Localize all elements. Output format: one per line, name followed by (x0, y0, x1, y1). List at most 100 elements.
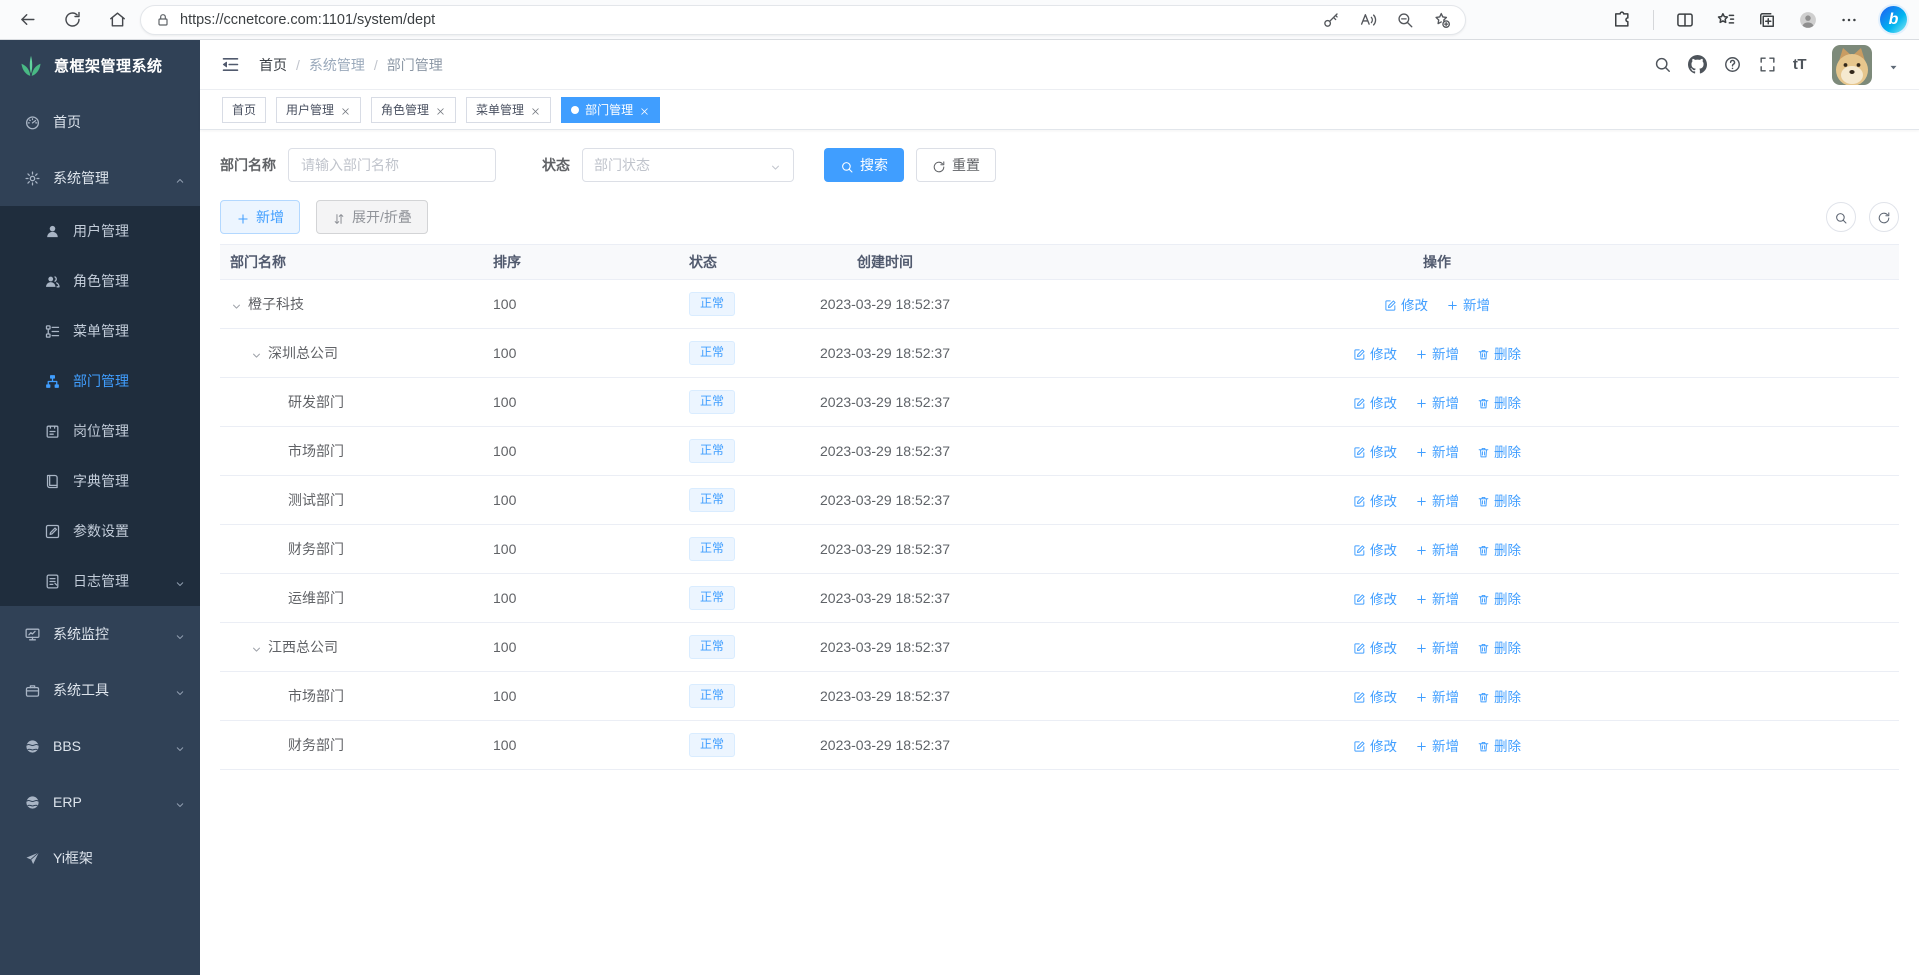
action-delete-link[interactable]: 删除 (1477, 343, 1521, 363)
action-add-link[interactable]: 新增 (1415, 686, 1459, 706)
sidebar-item-home[interactable]: 首页 (0, 94, 200, 150)
sidebar-item-bbs[interactable]: BBS (0, 718, 200, 774)
action-delete-link[interactable]: 删除 (1477, 637, 1521, 657)
status-select[interactable]: 部门状态 (582, 148, 794, 182)
action-delete-link[interactable]: 删除 (1477, 392, 1521, 412)
action-delete-link[interactable]: 删除 (1477, 441, 1521, 461)
action-delete-link[interactable]: 删除 (1477, 588, 1521, 608)
more-icon[interactable] (1839, 10, 1859, 30)
expand-collapse-button[interactable]: 展开/折叠 (316, 200, 428, 234)
split-screen-icon[interactable] (1675, 10, 1695, 30)
toolbar-divider (1653, 10, 1654, 30)
sidebar-item-system[interactable]: 系统管理 (0, 150, 200, 206)
fullscreen-icon[interactable] (1758, 55, 1777, 74)
sidebar-item-param[interactable]: 参数设置 (0, 506, 200, 556)
expand-chevron-icon[interactable] (230, 298, 243, 311)
action-label: 修改 (1370, 637, 1397, 657)
action-edit-link[interactable]: 修改 (1353, 490, 1397, 510)
tab-home[interactable]: 首页 (222, 97, 266, 123)
action-add-link[interactable]: 新增 (1446, 294, 1490, 314)
action-edit-link[interactable]: 修改 (1353, 441, 1397, 461)
dept-name: 市场部门 (288, 441, 344, 461)
sidebar-item-monitor[interactable]: 系统监控 (0, 606, 200, 662)
table-row: 财务部门100正常2023-03-29 18:52:37修改新增删除 (220, 721, 1899, 770)
profile-icon[interactable] (1798, 10, 1818, 30)
expand-chevron-icon[interactable] (250, 347, 263, 360)
action-add-link[interactable]: 新增 (1415, 735, 1459, 755)
password-key-icon[interactable] (1322, 11, 1340, 29)
action-label: 修改 (1401, 294, 1428, 314)
sidebar-item-role[interactable]: 角色管理 (0, 256, 200, 306)
browser-refresh-button[interactable] (57, 5, 87, 35)
action-delete-link[interactable]: 删除 (1477, 686, 1521, 706)
toggle-search-button[interactable] (1826, 202, 1856, 232)
action-edit-link[interactable]: 修改 (1353, 343, 1397, 363)
collections-icon[interactable] (1757, 10, 1777, 30)
tab-menu[interactable]: 菜单管理 (466, 97, 551, 123)
tab-role[interactable]: 角色管理 (371, 97, 456, 123)
sidebar-item-log[interactable]: 日志管理 (0, 556, 200, 606)
font-size-icon[interactable]: tT (1793, 56, 1806, 73)
status-badge: 正常 (689, 439, 735, 463)
breadcrumb-item[interactable]: 首页 (259, 55, 287, 75)
expand-chevron-icon[interactable] (250, 641, 263, 654)
action-delete-link[interactable]: 删除 (1477, 735, 1521, 755)
close-icon[interactable] (340, 104, 351, 115)
action-edit-link[interactable]: 修改 (1353, 735, 1397, 755)
action-delete-link[interactable]: 删除 (1477, 490, 1521, 510)
close-icon[interactable] (530, 104, 541, 115)
reset-button[interactable]: 重置 (916, 148, 996, 182)
action-delete-link[interactable]: 删除 (1477, 539, 1521, 559)
action-add-link[interactable]: 新增 (1415, 490, 1459, 510)
github-icon[interactable] (1688, 55, 1707, 74)
created-time-cell: 2023-03-29 18:52:37 (795, 394, 975, 410)
extensions-icon[interactable] (1612, 10, 1632, 30)
sidebar-item-dict[interactable]: 字典管理 (0, 456, 200, 506)
action-add-link[interactable]: 新增 (1415, 539, 1459, 559)
table-row: 运维部门100正常2023-03-29 18:52:37修改新增删除 (220, 574, 1899, 623)
action-add-link[interactable]: 新增 (1415, 343, 1459, 363)
user-avatar[interactable] (1832, 45, 1872, 85)
sidebar-item-post[interactable]: 岗位管理 (0, 406, 200, 456)
sidebar-item-user[interactable]: 用户管理 (0, 206, 200, 256)
help-icon[interactable] (1723, 55, 1742, 74)
browser-back-button[interactable] (12, 5, 42, 35)
sidebar-item-tool[interactable]: 系统工具 (0, 662, 200, 718)
plus-icon (1415, 641, 1428, 654)
refresh-table-button[interactable] (1869, 202, 1899, 232)
status-select-placeholder: 部门状态 (594, 155, 650, 175)
close-icon[interactable] (435, 104, 446, 115)
action-edit-link[interactable]: 修改 (1353, 588, 1397, 608)
action-add-link[interactable]: 新增 (1415, 392, 1459, 412)
sidebar-collapse-icon[interactable] (220, 54, 241, 75)
dept-name-input[interactable] (288, 148, 496, 182)
browser-home-button[interactable] (102, 5, 132, 35)
add-button[interactable]: 新增 (220, 200, 300, 234)
close-icon[interactable] (639, 104, 650, 115)
action-add-link[interactable]: 新增 (1415, 441, 1459, 461)
status-badge: 正常 (689, 684, 735, 708)
url-bar[interactable]: https://ccnetcore.com:1101/system/dept (140, 5, 1466, 35)
action-edit-link[interactable]: 修改 (1353, 637, 1397, 657)
action-add-link[interactable]: 新增 (1415, 588, 1459, 608)
zoom-out-icon[interactable] (1396, 11, 1414, 29)
sidebar-item-menu[interactable]: 菜单管理 (0, 306, 200, 356)
tab-user[interactable]: 用户管理 (276, 97, 361, 123)
action-add-link[interactable]: 新增 (1415, 637, 1459, 657)
favorites-icon[interactable] (1716, 10, 1736, 30)
action-edit-link[interactable]: 修改 (1353, 686, 1397, 706)
action-edit-link[interactable]: 修改 (1353, 392, 1397, 412)
action-edit-link[interactable]: 修改 (1353, 539, 1397, 559)
sidebar-item-yi[interactable]: Yi框架 (0, 830, 200, 886)
sidebar-item-erp[interactable]: ERP (0, 774, 200, 830)
sidebar-item-dept[interactable]: 部门管理 (0, 356, 200, 406)
avatar-caret-down-icon[interactable] (1888, 59, 1899, 70)
copilot-icon[interactable]: b (1880, 6, 1907, 33)
search-button[interactable]: 搜索 (824, 148, 904, 182)
tab-dept[interactable]: 部门管理 (561, 97, 660, 123)
search-icon[interactable] (1653, 55, 1672, 74)
read-aloud-icon[interactable] (1359, 11, 1377, 29)
sort-value: 100 (493, 492, 516, 508)
add-favorite-icon[interactable] (1433, 11, 1451, 29)
action-edit-link[interactable]: 修改 (1384, 294, 1428, 314)
